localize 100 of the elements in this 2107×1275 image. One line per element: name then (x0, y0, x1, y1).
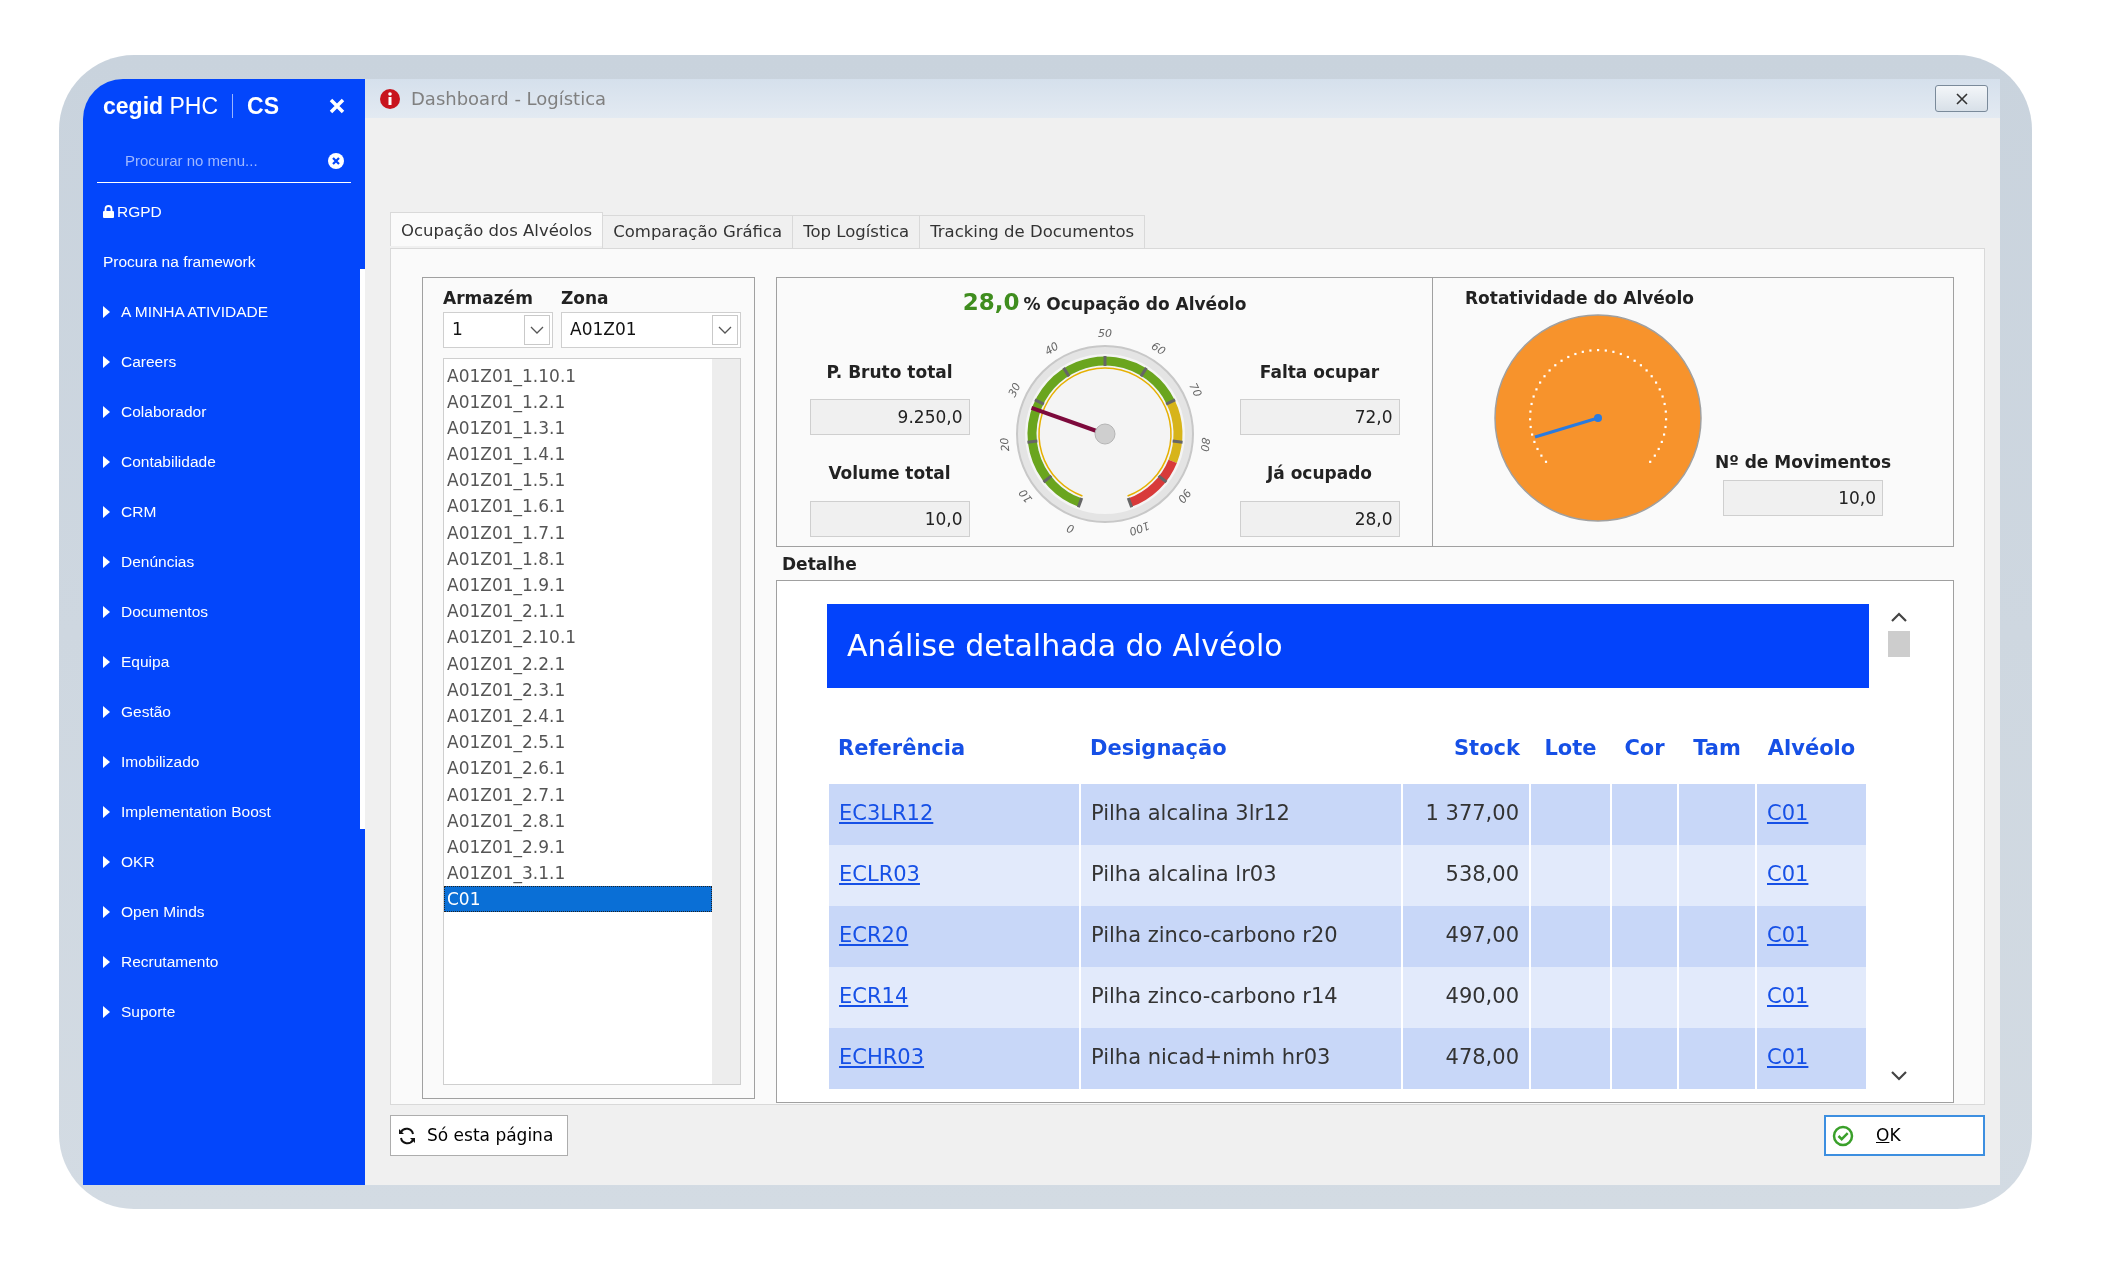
reference-link[interactable]: ECHR03 (839, 1045, 925, 1070)
reference-link[interactable]: ECR20 (839, 923, 909, 948)
table-cell: Pilha zinco-carbono r20 (1080, 905, 1402, 967)
tab[interactable]: Tracking de Documentos (919, 215, 1146, 248)
column-header: Alvéolo (1756, 713, 1867, 784)
list-item[interactable]: A01Z01_2.10.1 (444, 624, 712, 651)
scale-label: 30 (1005, 380, 1024, 399)
menu-item[interactable]: Equipa (83, 636, 357, 687)
list-item[interactable]: A01Z01_1.8.1 (444, 545, 712, 572)
clear-icon[interactable] (327, 152, 345, 171)
scale-label: 20 (997, 436, 1012, 452)
window-title: Dashboard - Logística (411, 87, 607, 111)
close-button[interactable] (1935, 85, 1988, 112)
refresh-button[interactable]: Só esta página (390, 1115, 569, 1156)
list-item[interactable]: A01Z01_2.1.1 (444, 598, 712, 625)
menu-item[interactable]: Procura na framework (83, 236, 357, 287)
warehouse-label: Armazém (443, 287, 534, 310)
field-label: Já ocupado (1266, 462, 1373, 485)
list-item[interactable]: A01Z01_1.7.1 (444, 519, 712, 546)
menu-item[interactable]: Contabilidade (83, 436, 357, 487)
list-item[interactable]: A01Z01_1.9.1 (444, 572, 712, 599)
table-cell: 478,00 (1402, 1027, 1530, 1089)
scale-label: 70 (1185, 380, 1204, 399)
reference-link[interactable]: EC3LR12 (839, 801, 934, 826)
value-field: 9.250,0 (809, 399, 970, 435)
list-item[interactable]: A01Z01_2.8.1 (444, 807, 712, 834)
scrollbar-thumb[interactable] (1888, 630, 1910, 657)
list-item[interactable]: A01Z01_2.2.1 (444, 650, 712, 677)
menu-item[interactable]: Gestão (83, 686, 357, 737)
chevron-up-icon[interactable] (1890, 610, 1908, 623)
reference-link[interactable]: ECR14 (839, 984, 909, 1009)
table-cell: 1 377,00 (1402, 783, 1530, 845)
menu-item[interactable]: Implementation Boost (83, 786, 357, 837)
value-field: 72,0 (1239, 399, 1400, 435)
menu-item[interactable]: Colaborador (83, 386, 357, 437)
scale-label: 100 (1126, 518, 1151, 538)
scale-label: 10 (1015, 485, 1035, 505)
column-header: Stock (1402, 713, 1530, 784)
needle-hub (1094, 423, 1115, 444)
menu-item[interactable]: OKR (83, 836, 357, 887)
field-label: Falta ocupar (1259, 360, 1380, 384)
menu-item[interactable]: Denúncias (83, 536, 357, 587)
zone-dropdown[interactable]: A01Z01 (561, 311, 741, 348)
section-label: Detalhe (782, 553, 858, 576)
list-item[interactable]: A01Z01_2.3.1 (444, 676, 712, 703)
list-item[interactable]: A01Z01_2.4.1 (444, 702, 712, 730)
caret-right-icon (103, 955, 110, 968)
value-field: 10,0 (809, 500, 970, 537)
list-item[interactable]: A01Z01_2.9.1 (444, 833, 712, 861)
warehouse-dropdown[interactable]: 1 (443, 311, 553, 348)
reference-link[interactable]: ECLR03 (839, 862, 920, 887)
field-label: Volume total (828, 462, 951, 485)
list-item[interactable]: A01Z01_1.4.1 (444, 441, 712, 468)
menu-item[interactable]: A MINHA ATIVIDADE (83, 286, 357, 337)
list-item[interactable]: A01Z01_2.7.1 (444, 781, 712, 808)
bin-link[interactable]: C01 (1767, 862, 1809, 887)
bin-link[interactable]: C01 (1767, 923, 1809, 948)
table-cell: 497,00 (1402, 905, 1530, 967)
ok-button[interactable]: OK (1824, 1115, 1985, 1156)
occupancy-value: 28,0 (962, 288, 1020, 317)
chevron-down-icon[interactable] (1890, 1069, 1908, 1082)
tab[interactable]: Ocupação dos Alvéolos (390, 212, 604, 246)
menu-item[interactable]: RGPD (83, 198, 357, 225)
menu-item[interactable]: Open Minds (83, 886, 357, 937)
field-label: Nº de Movimentos (1714, 451, 1892, 474)
menu-item[interactable]: Imobilizado (83, 736, 357, 787)
brand-logo: cegid PHC (103, 91, 219, 121)
column-header: Lote (1530, 713, 1611, 784)
close-icon[interactable] (329, 98, 345, 114)
list-item[interactable]: A01Z01_1.2.1 (444, 388, 712, 415)
bin-link[interactable]: C01 (1767, 801, 1809, 826)
menu-item[interactable]: Documentos (83, 586, 357, 637)
menu-item[interactable]: Suporte (83, 986, 357, 1037)
menu-item[interactable]: CRM (83, 486, 357, 537)
list-item[interactable]: A01Z01_1.3.1 (444, 414, 712, 442)
list-item[interactable]: A01Z01_1.10.1 (444, 362, 712, 389)
caret-right-icon (103, 605, 110, 618)
list-item[interactable]: A01Z01_2.5.1 (444, 729, 712, 756)
chevron-down-icon (718, 325, 732, 334)
bin-link[interactable]: C01 (1767, 984, 1809, 1009)
check-icon (1832, 1124, 1854, 1147)
scrollbar[interactable] (712, 358, 740, 1084)
caret-right-icon (103, 905, 110, 918)
list-item[interactable]: C01 (444, 886, 712, 913)
list-item[interactable]: A01Z01_1.6.1 (444, 493, 712, 520)
menu-item[interactable]: Recrutamento (83, 936, 357, 987)
list-item[interactable]: A01Z01_3.1.1 (444, 860, 712, 887)
caret-right-icon (103, 555, 110, 568)
caret-right-icon (103, 855, 110, 868)
refresh-icon (397, 1125, 417, 1146)
list-item[interactable]: A01Z01_1.5.1 (444, 467, 712, 494)
menu-search-field[interactable]: Procurar no menu... (123, 149, 327, 174)
list-item[interactable]: A01Z01_2.6.1 (444, 755, 712, 782)
bin-link[interactable]: C01 (1767, 1045, 1809, 1070)
column-header: Tam (1678, 713, 1756, 784)
scale-label: 90 (1174, 485, 1194, 505)
tab[interactable]: Comparação Gráfica (602, 215, 794, 248)
menu-item[interactable]: Careers (83, 336, 357, 387)
table-cell: 538,00 (1402, 844, 1530, 906)
caret-right-icon (103, 405, 110, 418)
